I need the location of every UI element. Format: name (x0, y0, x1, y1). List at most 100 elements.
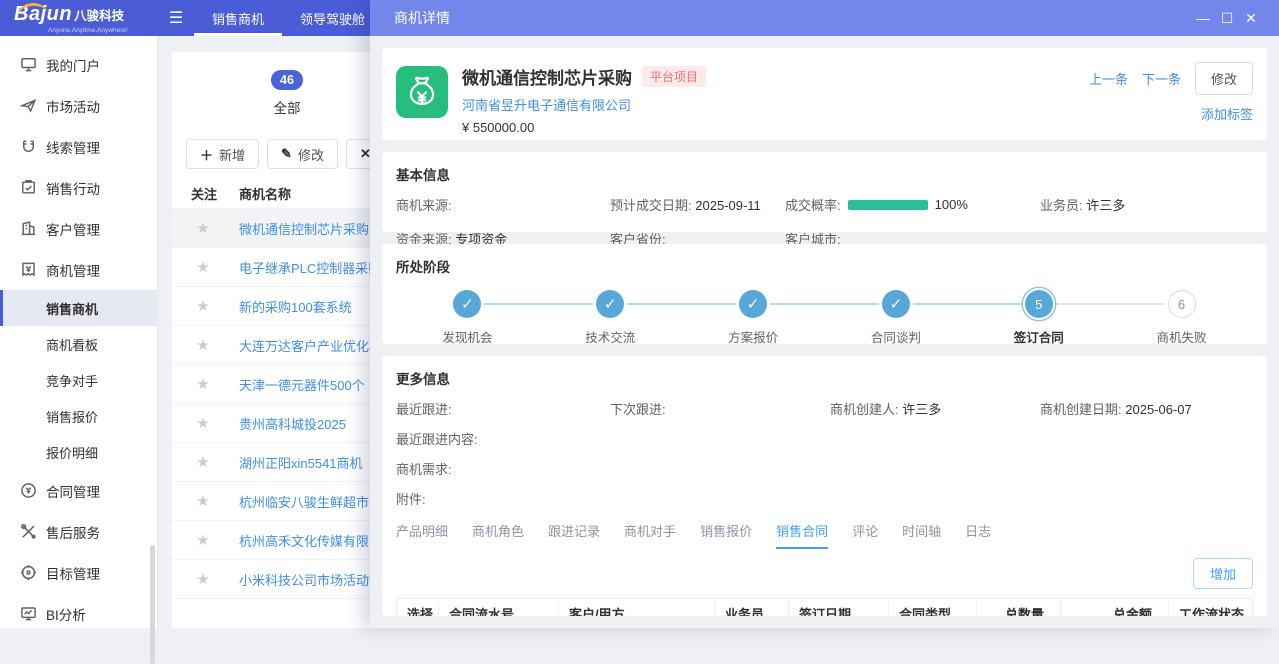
tab-logs[interactable]: 日志 (965, 521, 991, 549)
target-icon (20, 564, 37, 581)
add-button[interactable]: ＋ 新增 (186, 139, 259, 169)
step-contract-negotiation: ✓ 合同谈判 (824, 290, 967, 346)
field-salesman: 业务员: 许三多 (1040, 195, 1253, 214)
field-expected-close-date: 预计成交日期: 2025-09-11 (610, 195, 785, 214)
sidebar-scrollbar[interactable] (150, 545, 155, 664)
money-bag-icon (396, 66, 448, 118)
star-icon[interactable]: ★ (172, 297, 234, 315)
list-item[interactable]: ★ 杭州高禾文化传媒有限公司 (172, 521, 402, 560)
sidebar-item-leads[interactable]: 线索管理 (0, 126, 157, 167)
list-item[interactable]: ★ 新的采购100套系统 (172, 287, 402, 326)
probability-progress-bar (848, 200, 928, 210)
add-tag-link[interactable]: 添加标签 (1201, 104, 1253, 123)
hamburger-menu-icon[interactable]: ☰ (158, 0, 194, 36)
sidebar-item-contract[interactable]: 合同管理 (0, 470, 157, 511)
step-proposal-quote: ✓ 方案报价 (682, 290, 825, 346)
sidebar-subitem-quote-detail[interactable]: 报价明细 (0, 434, 157, 470)
sidebar-item-label: 合同管理 (46, 481, 100, 501)
minimize-icon[interactable]: — (1191, 10, 1215, 26)
campaign-icon (20, 97, 37, 114)
sidebar: 我的门户 市场活动 线索管理 销售行动 客户管理 商机管理 销售商机 商机看板 … (0, 36, 158, 628)
sidebar-item-after-sales[interactable]: 售后服务 (0, 511, 157, 552)
list-header: 关注 商机名称 (172, 179, 402, 209)
sidebar-subitem-opportunity-board[interactable]: 商机看板 (0, 326, 157, 362)
opportunity-detail-panel: 商机详情 — ☐ ✕ 微机通信控制芯片采购 平台项目 河南省昱升电子通信有限公司… (370, 0, 1279, 628)
step-number[interactable]: 5 (1025, 290, 1053, 318)
star-icon[interactable]: ★ (172, 219, 234, 237)
sidebar-item-market-activity[interactable]: 市场活动 (0, 85, 157, 126)
step-check-icon[interactable]: ✓ (596, 290, 624, 318)
maximize-icon[interactable]: ☐ (1215, 10, 1239, 27)
detail-title: 商机详情 (394, 8, 1191, 28)
col-salesman: 业务员 (715, 599, 789, 617)
step-check-icon[interactable]: ✓ (739, 290, 767, 318)
sidebar-subitem-label: 竞争对手 (46, 371, 98, 390)
logo-brand-cn: 八骏科技 (74, 5, 124, 24)
stage-stepper: ✓ 发现机会 ✓ 技术交流 ✓ 方案报价 ✓ 合同谈判 5 签订合同 (396, 290, 1253, 346)
company-link[interactable]: 河南省昱升电子通信有限公司 (462, 95, 706, 114)
sidebar-subitem-label: 销售报价 (46, 407, 98, 426)
close-icon[interactable]: ✕ (1239, 10, 1263, 27)
field-opportunity-demand: 商机需求: (396, 459, 1253, 478)
sidebar-item-sales-action[interactable]: 销售行动 (0, 167, 157, 208)
list-item[interactable]: ★ 微机通信控制芯片采购 (172, 209, 402, 248)
list-item[interactable]: ★ 杭州临安八骏生鲜超市 (172, 482, 402, 521)
tab-sales-quote[interactable]: 销售报价 (700, 521, 752, 549)
tab-opportunity-role[interactable]: 商机角色 (472, 521, 524, 549)
nav-tab-leader-cockpit[interactable]: 领导驾驶舱 (282, 0, 383, 36)
sidebar-item-target[interactable]: 目标管理 (0, 552, 157, 593)
sidebar-item-customer[interactable]: 客户管理 (0, 208, 157, 249)
list-item[interactable]: ★ 湖州正阳xin5541商机 (172, 443, 402, 482)
step-number[interactable]: 6 (1168, 290, 1196, 318)
col-total-amount: 总金额 (1061, 599, 1169, 617)
step-check-icon[interactable]: ✓ (453, 290, 481, 318)
star-icon[interactable]: ★ (172, 570, 234, 588)
list-item[interactable]: ★ 小米科技公司市场活动推广 (172, 560, 402, 599)
tab-sales-contract[interactable]: 销售合同 (776, 521, 828, 549)
star-icon[interactable]: ★ (172, 258, 234, 276)
sidebar-item-label: 线索管理 (46, 137, 100, 157)
col-select: 选择 (397, 599, 439, 617)
field-last-followup-content: 最近跟进内容: (396, 429, 1253, 448)
step-check-icon[interactable]: ✓ (882, 290, 910, 318)
list-item[interactable]: ★ 贵州高科城投2025 (172, 404, 402, 443)
count-badge: 46 (271, 70, 303, 90)
star-icon[interactable]: ★ (172, 531, 234, 549)
opportunity-title: 微机通信控制芯片采购 (462, 64, 632, 89)
count-label[interactable]: 全部 (172, 97, 402, 117)
probability-value: 100% (935, 197, 968, 212)
star-icon[interactable]: ★ (172, 492, 234, 510)
sidebar-item-opportunity[interactable]: 商机管理 (0, 249, 157, 290)
sidebar-item-my-portal[interactable]: 我的门户 (0, 44, 157, 85)
list-item[interactable]: ★ 天津一德元器件500个 (172, 365, 402, 404)
edit-opportunity-button[interactable]: 修改 (1195, 62, 1253, 95)
edit-button[interactable]: ✎ 修改 (267, 139, 338, 169)
next-record-link[interactable]: 下一条 (1142, 69, 1181, 88)
star-icon[interactable]: ★ (172, 414, 234, 432)
list-item[interactable]: ★ 大连万达客户产业优化项目 (172, 326, 402, 365)
prev-record-link[interactable]: 上一条 (1089, 69, 1128, 88)
nav-tab-sales-opportunity[interactable]: 销售商机 (194, 0, 282, 36)
basic-info-title: 基本信息 (396, 164, 1253, 184)
sidebar-subitem-sales-quote[interactable]: 销售报价 (0, 398, 157, 434)
sidebar-subitem-sales-opportunity[interactable]: 销售商机 (0, 290, 157, 326)
tab-competitor[interactable]: 商机对手 (624, 521, 676, 549)
basic-info-card: 基本信息 商机来源: 预计成交日期: 2025-09-11 成交概率: 100%… (382, 152, 1267, 232)
list-item[interactable]: ★ 电子继承PLC控制器采购 (172, 248, 402, 287)
add-contract-button[interactable]: 增加 (1193, 558, 1253, 589)
field-last-followup: 最近跟进: (396, 399, 610, 418)
star-icon[interactable]: ★ (172, 375, 234, 393)
opportunity-list-card: 46 全部 ＋ 新增 ✎ 修改 ✕ 删除 关注 商机名称 ★ 微机通信控制芯片采… (172, 52, 402, 628)
sidebar-item-label: 目标管理 (46, 563, 100, 583)
bi-icon (20, 605, 37, 622)
detail-tabs: 产品明细 商机角色 跟进记录 商机对手 销售报价 销售合同 评论 时间轴 日志 (396, 521, 1253, 549)
tab-timeline[interactable]: 时间轴 (902, 521, 941, 549)
tab-followup-record[interactable]: 跟进记录 (548, 521, 600, 549)
star-icon[interactable]: ★ (172, 453, 234, 471)
tab-comments[interactable]: 评论 (852, 521, 878, 549)
tab-product-detail[interactable]: 产品明细 (396, 521, 448, 549)
opportunity-amount: ¥ 550000.00 (462, 120, 706, 135)
sidebar-subitem-competitors[interactable]: 竞争对手 (0, 362, 157, 398)
field-creator: 商机创建人: 许三多 (830, 399, 1040, 418)
star-icon[interactable]: ★ (172, 336, 234, 354)
